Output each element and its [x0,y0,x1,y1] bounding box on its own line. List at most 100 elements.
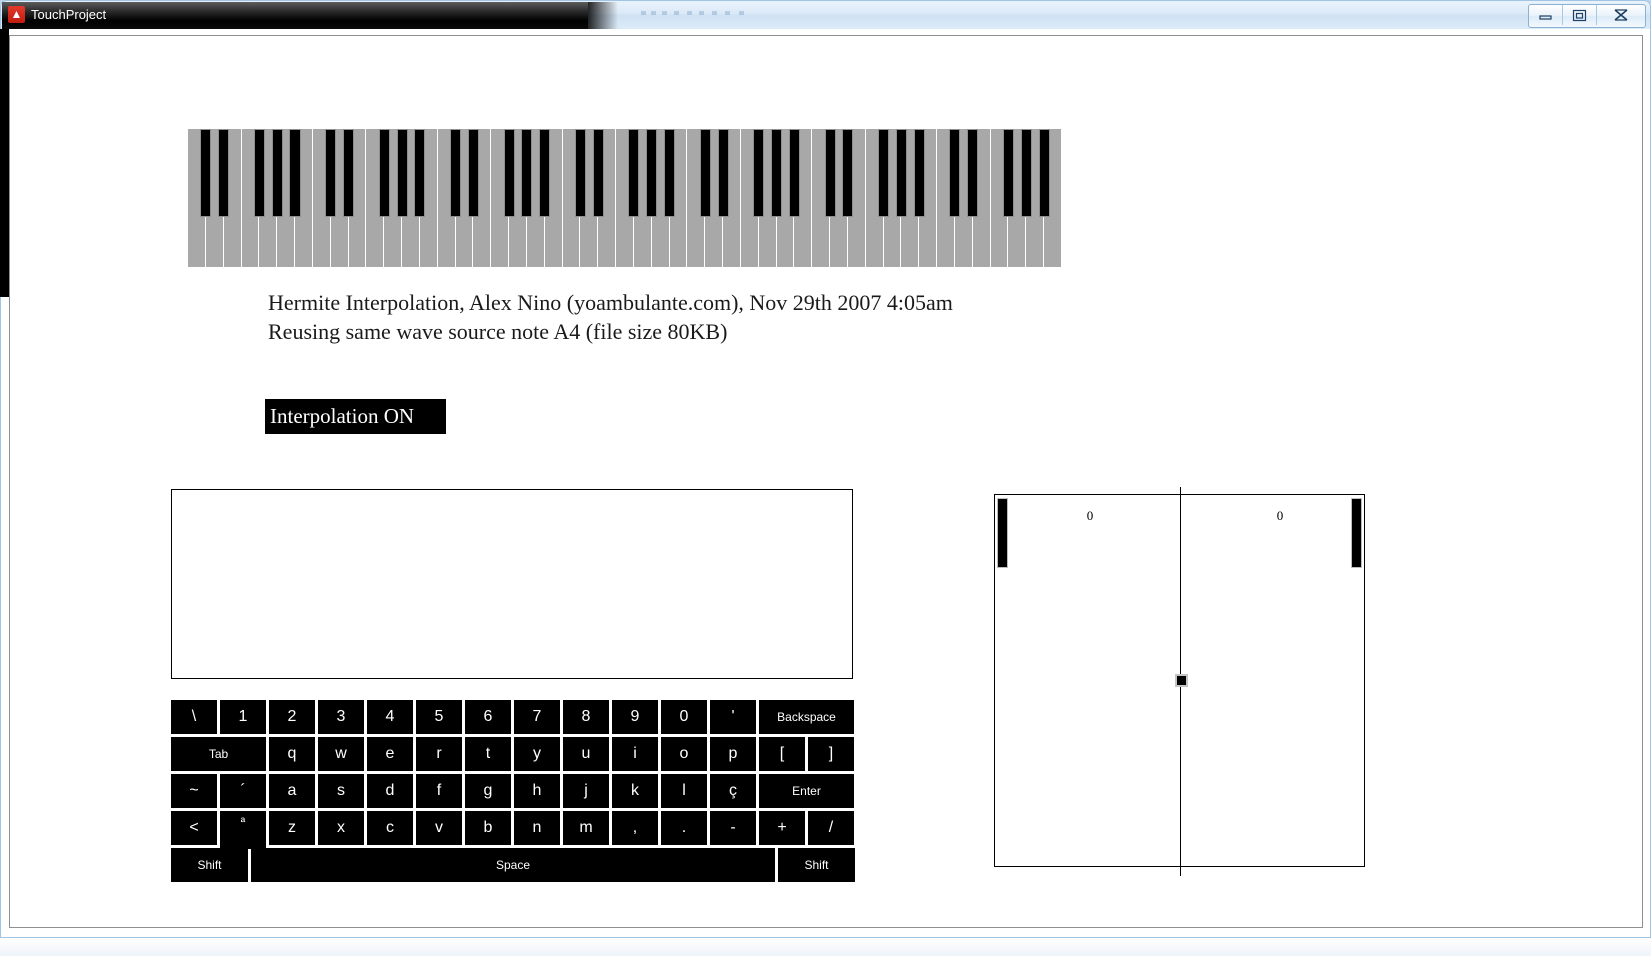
piano-black-key-F#4[interactable] [628,129,640,217]
piano-black-key-A#7[interactable] [1038,129,1050,217]
piano-black-key-A#5[interactable] [788,129,800,217]
key-sym[interactable]: \ [171,700,217,734]
key-shift[interactable]: Shift [171,848,248,882]
key-4[interactable]: 4 [367,700,413,734]
key-x[interactable]: x [318,811,364,845]
key-e[interactable]: e [367,737,413,771]
key-sym[interactable]: / [808,811,854,845]
piano-black-key-G#7[interactable] [1020,129,1032,217]
key-sym[interactable]: ´ [220,774,266,808]
key-a[interactable]: a [269,774,315,808]
minimize-button[interactable] [1529,5,1563,25]
piano-black-key-A#1[interactable] [289,129,301,217]
key-7[interactable]: 7 [514,700,560,734]
key-sym[interactable]: + [759,811,805,845]
key-sym[interactable]: ~ [171,774,217,808]
piano-black-key-C#6[interactable] [824,129,836,217]
key-p[interactable]: p [710,737,756,771]
piano-black-key-C#2[interactable] [325,129,337,217]
key-enter[interactable]: Enter [759,774,854,808]
key-backspace[interactable]: Backspace [759,700,854,734]
key-r[interactable]: r [416,737,462,771]
piano-black-key-D#2[interactable] [343,129,355,217]
key-h[interactable]: h [514,774,560,808]
key-z[interactable]: z [269,811,315,845]
key-f[interactable]: f [416,774,462,808]
key-0[interactable]: 0 [661,700,707,734]
key-shift[interactable]: Shift [778,848,855,882]
piano-black-key-C#5[interactable] [699,129,711,217]
close-button[interactable] [1597,5,1645,25]
key-sym[interactable]: ç [710,774,756,808]
pong-paddle-left[interactable] [997,498,1008,568]
key-2[interactable]: 2 [269,700,315,734]
pong-paddle-right[interactable] [1351,498,1362,568]
key-b[interactable]: b [465,811,511,845]
key-l[interactable]: l [661,774,707,808]
piano-black-key-A#2[interactable] [414,129,426,217]
piano-black-key-C#3[interactable] [450,129,462,217]
piano-black-key-A#6[interactable] [913,129,925,217]
piano-black-key-D#7[interactable] [967,129,979,217]
key-sym[interactable]: ] [808,737,854,771]
piano-black-key-C#4[interactable] [574,129,586,217]
piano-black-key-F#5[interactable] [753,129,765,217]
key-u[interactable]: u [563,737,609,771]
maximize-button[interactable] [1563,5,1597,25]
piano-black-key-F#7[interactable] [1002,129,1014,217]
key-o[interactable]: o [661,737,707,771]
piano-black-key-D#3[interactable] [467,129,479,217]
text-output-box[interactable] [171,489,853,679]
key-w[interactable]: w [318,737,364,771]
key-9[interactable]: 9 [612,700,658,734]
key-i[interactable]: i [612,737,658,771]
key-sym[interactable]: < [171,811,217,845]
key-6[interactable]: 6 [465,700,511,734]
piano-black-key-G#4[interactable] [646,129,658,217]
key-m[interactable]: m [563,811,609,845]
piano-black-key-C#1[interactable] [200,129,212,217]
key-n[interactable]: n [514,811,560,845]
piano-black-key-G#6[interactable] [895,129,907,217]
piano-black-key-D#4[interactable] [592,129,604,217]
piano-black-key-G#3[interactable] [521,129,533,217]
piano-black-key-A#3[interactable] [539,129,551,217]
key-t[interactable]: t [465,737,511,771]
interpolation-toggle-button[interactable]: Interpolation ON [265,399,446,434]
pong-game-area[interactable]: 0 0 [994,487,1365,876]
key-q[interactable]: q [269,737,315,771]
piano-black-key-F#6[interactable] [878,129,890,217]
key-j[interactable]: j [563,774,609,808]
key-c[interactable]: c [367,811,413,845]
piano-black-key-A#4[interactable] [664,129,676,217]
key-3[interactable]: 3 [318,700,364,734]
key-space[interactable]: Space [251,848,775,882]
key-d[interactable]: d [367,774,413,808]
piano-black-key-F#1[interactable] [253,129,265,217]
key-5[interactable]: 5 [416,700,462,734]
piano-black-key-F#2[interactable] [378,129,390,217]
piano-black-key-G#1[interactable] [271,129,283,217]
piano-keyboard[interactable] [187,128,1063,268]
key-sym[interactable]: . [661,811,707,845]
piano-black-key-F#3[interactable] [503,129,515,217]
key-sym[interactable]: , [612,811,658,845]
piano-black-key-D#1[interactable] [218,129,230,217]
key-sym[interactable]: [ [759,737,805,771]
title-bar[interactable]: ▲ TouchProject [0,0,1651,29]
piano-black-key-D#6[interactable] [842,129,854,217]
key-sym[interactable]: ' [710,700,756,734]
piano-black-key-C#7[interactable] [949,129,961,217]
key-v[interactable]: v [416,811,462,845]
key-k[interactable]: k [612,774,658,808]
key-y[interactable]: y [514,737,560,771]
key-sym[interactable]: ª [220,811,266,849]
piano-black-key-D#5[interactable] [717,129,729,217]
key-g[interactable]: g [465,774,511,808]
key-8[interactable]: 8 [563,700,609,734]
key-tab[interactable]: Tab [171,737,266,771]
key-sym[interactable]: - [710,811,756,845]
key-s[interactable]: s [318,774,364,808]
piano-black-key-G#5[interactable] [771,129,783,217]
piano-black-key-G#2[interactable] [396,129,408,217]
